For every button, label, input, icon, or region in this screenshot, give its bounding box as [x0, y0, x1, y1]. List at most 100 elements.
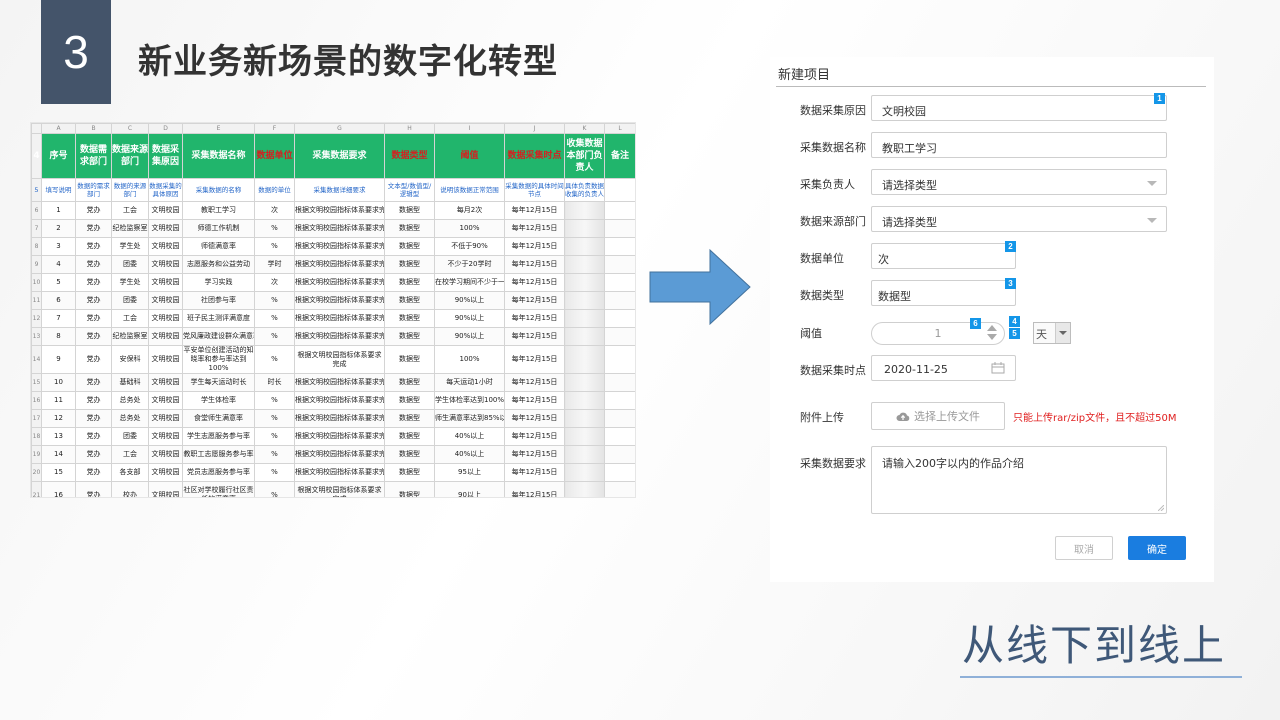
table-cell: 党办 — [75, 273, 112, 292]
table-cell: 文明校园 — [148, 309, 183, 328]
column-letter: H — [384, 123, 435, 134]
sheet-header-row: 4 序号 数据需求部门 数据来源部门 数据采集原因 采集数据名称 数据单位 采集数据要求 数据类… — [31, 133, 635, 179]
threshold-label: 阈值 — [800, 327, 822, 340]
table-cell — [564, 219, 605, 238]
table-cell — [564, 391, 605, 410]
header-cell: 采集数据名称 — [182, 133, 255, 179]
time-input[interactable]: 2020-11-25 — [871, 355, 1016, 381]
table-cell — [564, 481, 605, 497]
table-cell — [564, 201, 605, 220]
table-cell: 14 — [41, 445, 76, 464]
decrement-icon[interactable] — [987, 334, 997, 340]
table-cell: 食堂师生满意率 — [182, 409, 255, 428]
column-letter: J — [504, 123, 565, 134]
owner-label: 采集负责人 — [800, 178, 855, 191]
table-cell: 志愿服务和公益劳动 — [182, 255, 255, 274]
row-number: 19 — [31, 445, 42, 464]
table-cell — [604, 409, 635, 428]
subheader-cell: 文本型/数值型/逻辑型 — [384, 178, 435, 202]
table-cell: 师德满意率 — [182, 237, 255, 256]
table-cell: 数据型 — [384, 201, 435, 220]
increment-icon[interactable] — [987, 325, 997, 331]
table-cell: 文明校园 — [148, 463, 183, 482]
table-cell: 次 — [254, 273, 295, 292]
table-cell: 文明校园 — [148, 327, 183, 346]
table-cell: 16 — [41, 481, 76, 497]
table-cell — [604, 445, 635, 464]
row-number: 21 — [31, 481, 42, 497]
chevron-down-icon[interactable] — [1055, 323, 1070, 343]
requirement-textarea[interactable]: 请输入200字以内的作品介绍 — [871, 446, 1167, 514]
threshold-spinner[interactable] — [982, 322, 1002, 345]
column-letter: C — [111, 123, 149, 134]
table-row: 10 5 党办 学生处 文明校园 学习实践次根据文明校园指标体系要求完成 数据型 在校学习期间… — [31, 273, 635, 292]
table-cell: 4 — [41, 255, 76, 274]
table-cell: 不低于90% — [434, 237, 505, 256]
column-letter — [31, 123, 42, 134]
row-number: 5 — [31, 178, 42, 202]
table-cell: 数据型 — [384, 291, 435, 310]
table-cell: 文明校园 — [148, 273, 183, 292]
threshold-unit-select[interactable]: 天 — [1033, 322, 1071, 344]
table-cell: 学生每天运动时长 — [182, 373, 255, 392]
table-cell — [604, 463, 635, 482]
table-row: 18 13 党办 团委 文明校园 学生志愿服务参与率% 根据文明校园指标体系要求完成 数据型 4… — [31, 427, 635, 446]
table-cell: 数据型 — [384, 327, 435, 346]
reason-input[interactable]: 文明校园 — [871, 95, 1167, 121]
table-cell: 每年12月15日 — [504, 373, 565, 392]
header-cell: 序号 — [41, 133, 76, 179]
table-row: 14 9 党办 安保科 文明校园 平安单位创建活动的知晓率和参与率达到100%% 根据文明校… — [31, 345, 635, 374]
calendar-icon[interactable] — [991, 362, 1005, 374]
table-row: 12 7 党办 工会 文明校园 班子民主测评满意度% 根据文明校园指标体系要求完成 数据型 90… — [31, 309, 635, 328]
table-cell — [604, 345, 635, 374]
new-project-form: 新建项目 数据采集原因 文明校园 1 采集数据名称 教职工学习 采集负责人 请选… — [770, 57, 1214, 582]
subheader-cell: 采集数据的具体时间节点 — [504, 178, 565, 202]
source-select[interactable]: 请选择类型 — [871, 206, 1167, 232]
unit-input[interactable]: 次 — [871, 243, 1016, 269]
table-cell: 数据型 — [384, 373, 435, 392]
table-cell — [604, 219, 635, 238]
owner-select[interactable]: 请选择类型 — [871, 169, 1167, 195]
step-badge-6: 6 — [970, 318, 981, 329]
row-number: 14 — [31, 345, 42, 374]
table-cell: 每年12月15日 — [504, 291, 565, 310]
upload-button[interactable]: 选择上传文件 — [871, 402, 1005, 430]
type-input[interactable]: 数据型 — [871, 280, 1016, 306]
subheader-cell: 采集数据的名称 — [182, 178, 255, 202]
table-cell — [564, 273, 605, 292]
cancel-button[interactable]: 取消 — [1055, 536, 1113, 560]
table-cell: 党办 — [75, 201, 112, 220]
table-cell: 党办 — [75, 345, 112, 374]
table-cell: 文明校园 — [148, 345, 183, 374]
row-number: 13 — [31, 327, 42, 346]
table-cell: 每年12月15日 — [504, 345, 565, 374]
table-cell: 5 — [41, 273, 76, 292]
table-cell: 13 — [41, 427, 76, 446]
step-badge-1: 1 — [1154, 93, 1165, 104]
subtitle-underline — [960, 676, 1242, 678]
table-cell: 在校学习期间不少于一次 — [434, 273, 505, 292]
header-cell: 备注 — [604, 133, 635, 179]
table-cell: 每年12月15日 — [504, 409, 565, 428]
table-cell — [564, 327, 605, 346]
table-cell: 数据型 — [384, 427, 435, 446]
row-number: 7 — [31, 219, 42, 238]
subheader-cell — [604, 178, 635, 202]
name-input[interactable]: 教职工学习 — [871, 132, 1167, 158]
table-cell — [604, 237, 635, 256]
table-cell: 根据文明校园指标体系要求完成 — [294, 427, 385, 446]
confirm-button[interactable]: 确定 — [1128, 536, 1186, 560]
table-cell: 党员志愿服务参与率 — [182, 463, 255, 482]
table-cell: 学习实践 — [182, 273, 255, 292]
slide-title: 新业务新场景的数字化转型 — [138, 42, 558, 82]
subheader-cell: 数据的来源部门 — [111, 178, 149, 202]
table-cell: 总务处 — [111, 391, 149, 410]
table-cell: 9 — [41, 345, 76, 374]
table-cell: 根据文明校园指标体系要求完成 — [294, 481, 385, 497]
resize-handle-icon[interactable] — [1158, 505, 1164, 511]
step-badge-3: 3 — [1005, 278, 1016, 289]
column-letter: I — [434, 123, 505, 134]
subheader-cell: 数据的需求部门 — [75, 178, 112, 202]
header-cell: 数据需求部门 — [75, 133, 112, 179]
table-cell: % — [254, 291, 295, 310]
